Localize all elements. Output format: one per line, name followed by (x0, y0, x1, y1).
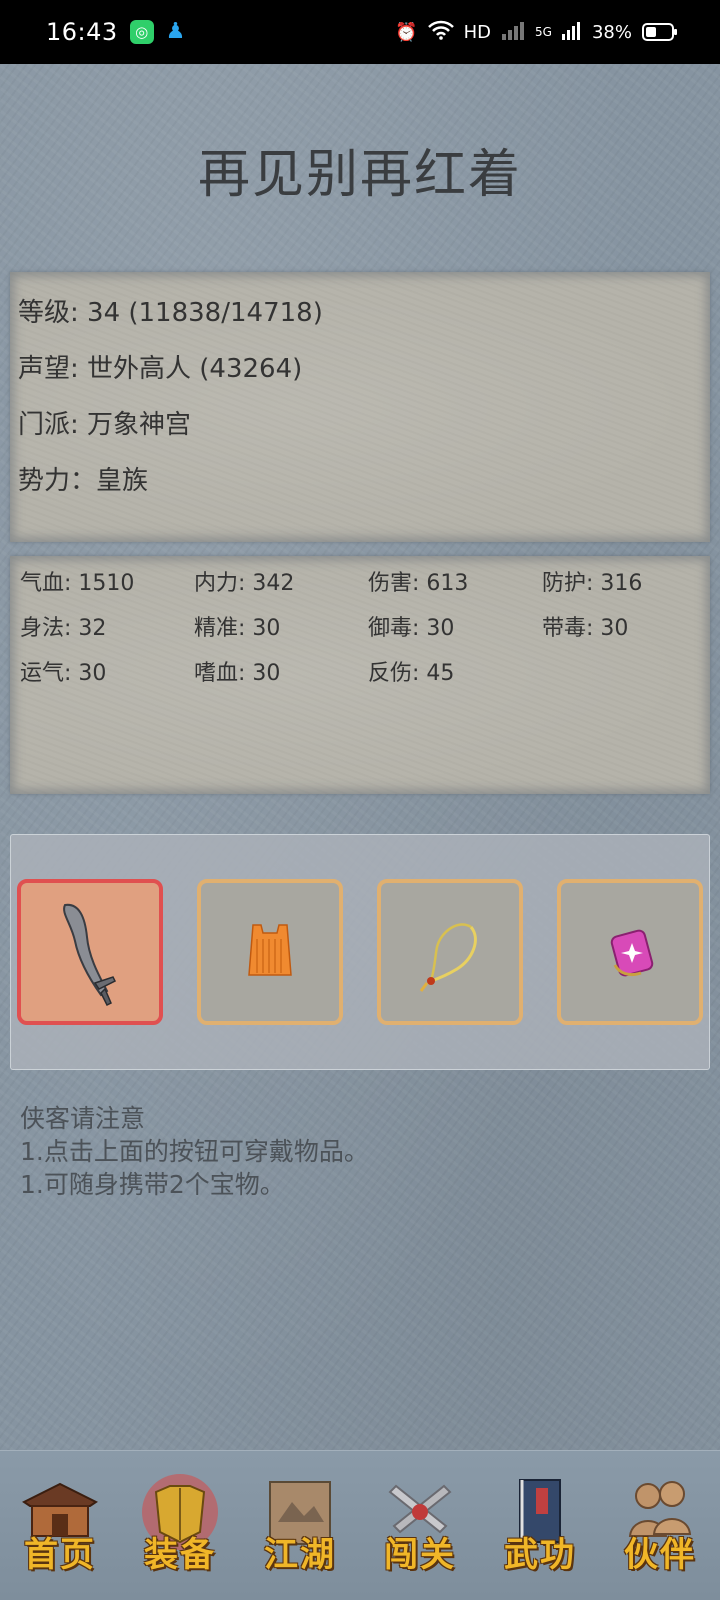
stat-defense: 防护: 316 (542, 571, 643, 596)
battery-icon (642, 23, 677, 41)
equip-slot-weapon[interactable] (17, 879, 163, 1025)
notice-line-2: 1.可随身携带2个宝物。 (20, 1170, 285, 1199)
player-info-panel: 等级: 34 (11838/14718) 声望: 世外高人 (43264) 门派… (10, 272, 710, 542)
equip-slot-treasure[interactable] (557, 879, 703, 1025)
sect-text: 门派: 万象神宫 (18, 410, 192, 440)
stat-lifesteal: 嗜血: 30 (194, 661, 281, 686)
level-text: 等级: 34 (11838/14718) (18, 298, 323, 328)
nav-challenge-label: 闯关 (384, 1534, 456, 1575)
status-bar: 16:43 ◎ ♟ ⏰ HD 5G 38% (0, 0, 720, 64)
stat-agility: 身法: 32 (20, 616, 107, 641)
faction-text: 势力：皇族 (18, 466, 149, 496)
nav-jianghu[interactable]: 江湖 (244, 1466, 356, 1586)
nav-martial-arts-label: 武功 (504, 1534, 576, 1575)
nav-partners[interactable]: 伙伴 (604, 1466, 716, 1586)
robe-icon (248, 924, 292, 976)
gem-icon (610, 929, 654, 977)
stat-luck: 运气: 30 (20, 661, 107, 686)
stat-hp: 气血: 1510 (20, 571, 135, 596)
battery-text: 38% (591, 21, 632, 43)
stat-poison: 带毒: 30 (542, 616, 629, 641)
alarm-icon: ⏰ (395, 21, 418, 43)
signal-5g: 5G (535, 25, 552, 39)
nav-partners-label: 伙伴 (624, 1534, 696, 1575)
signal-bars-icon (501, 20, 525, 45)
notice-line-1: 1.点击上面的按钮可穿戴物品。 (20, 1137, 369, 1166)
network-hd: HD (463, 21, 492, 43)
bottom-navigation: 首页 装备 江湖 闯关 武功 伙伴 (0, 1450, 720, 1600)
stat-poison-resist: 御毒: 30 (368, 616, 455, 641)
nav-home-label: 首页 (24, 1534, 96, 1575)
stat-reflect: 反伤: 45 (368, 661, 455, 686)
player-name-title: 再见别再红着 (197, 145, 522, 205)
notice-section: 侠客请注意 1.点击上面的按钮可穿戴物品。 1.可随身携带2个宝物。 (20, 1102, 700, 1201)
qq-icon: ♟ (165, 19, 186, 44)
nav-challenge[interactable]: 闯关 (364, 1466, 476, 1586)
nav-home[interactable]: 首页 (4, 1466, 116, 1586)
equip-slot-necklace[interactable] (377, 879, 523, 1025)
app-notification-icon: ◎ (129, 20, 154, 44)
nav-martial-arts[interactable]: 武功 (484, 1466, 596, 1586)
wifi-icon (427, 20, 454, 45)
attributes-panel: 气血: 1510 内力: 342 伤害: 613 防护: 316 身法: 32 … (10, 556, 710, 794)
stat-internal-power: 内力: 342 (194, 571, 295, 596)
equipment-panel (10, 834, 710, 1070)
sword-icon (63, 903, 117, 1007)
stat-damage: 伤害: 613 (368, 571, 469, 596)
stat-accuracy: 精准: 30 (194, 616, 281, 641)
signal-bars-5g-icon (561, 20, 582, 45)
equip-slot-armor[interactable] (197, 879, 343, 1025)
nav-jianghu-label: 江湖 (264, 1534, 336, 1575)
notice-title: 侠客请注意 (20, 1104, 146, 1133)
status-time: 16:43 (46, 18, 118, 46)
necklace-icon (419, 923, 477, 992)
reputation-text: 声望: 世外高人 (43264) (18, 354, 303, 384)
nav-equipment-label: 装备 (144, 1534, 216, 1575)
nav-equipment[interactable]: 装备 (124, 1466, 236, 1586)
